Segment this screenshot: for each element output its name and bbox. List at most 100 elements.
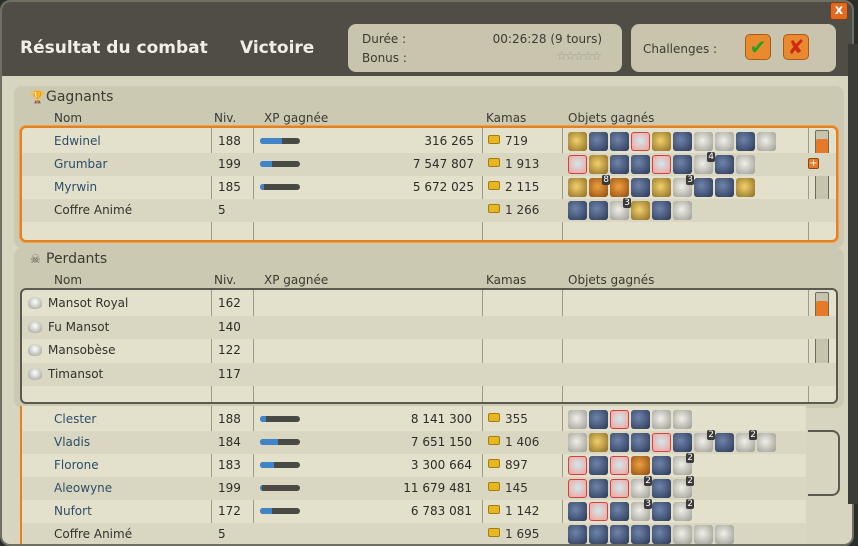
fighter-name[interactable]: Coffre Animé [54,203,132,217]
loot-item-icon[interactable] [736,178,755,197]
fighter-name[interactable]: Clester [54,412,96,426]
loot-item-icon[interactable] [631,155,650,174]
loot-item-icon[interactable] [715,433,734,452]
close-button[interactable]: x [830,2,848,20]
loot-item-icon[interactable]: 3 [610,198,631,220]
fighter-name[interactable]: Aleowyne [54,481,112,495]
challenge-failed-icon[interactable]: ✘ [783,34,809,60]
fighter-name[interactable]: Fu Mansot [28,320,109,334]
table-row[interactable]: Florone 183 3 300 664 897 2 [22,453,806,477]
loot-item-icon[interactable] [652,433,671,452]
loot-item-icon[interactable] [757,433,776,452]
loot-item-icon[interactable]: 3 [631,499,652,521]
fighter-name[interactable]: Timansot [28,367,103,381]
loot-item-icon[interactable] [673,410,692,429]
loot-item-icon[interactable] [610,525,629,544]
loot-item-icon[interactable] [652,525,671,544]
loot-item-icon[interactable]: 4 [694,152,715,174]
loot-item-icon[interactable] [589,479,608,498]
loot-item-icon[interactable] [652,132,671,151]
loot-item-icon[interactable] [631,456,650,475]
more-items-button[interactable]: + [808,158,819,169]
loot-item-icon[interactable] [610,410,629,429]
loot-item-icon[interactable] [631,433,650,452]
loot-item-icon[interactable] [568,201,587,220]
fighter-name[interactable]: Vladis [54,435,90,449]
loot-item-icon[interactable] [610,456,629,475]
loot-item-icon[interactable] [610,155,629,174]
loot-item-icon[interactable] [610,502,629,521]
loot-item-icon[interactable] [631,410,650,429]
table-row[interactable]: Edwinel 188 316 265 719 [22,130,836,153]
loot-item-icon[interactable] [715,178,734,197]
loot-item-icon[interactable] [652,502,671,521]
loot-item-icon[interactable] [652,456,671,475]
loot-item-icon[interactable]: 2 [673,476,694,498]
loot-item-icon[interactable]: 2 [631,476,652,498]
loot-item-icon[interactable] [736,132,755,151]
loot-item-icon[interactable] [589,132,608,151]
table-row[interactable]: Timansot 117 [22,362,836,386]
loot-item-icon[interactable] [715,155,734,174]
loot-item-icon[interactable] [694,178,713,197]
loot-item-icon[interactable]: 3 [673,175,694,197]
loot-item-icon[interactable] [652,410,671,429]
table-row[interactable]: Grumbar 199 7 547 807 1 913 4 + [22,152,836,176]
loot-item-icon[interactable] [631,178,650,197]
loot-item-icon[interactable] [589,525,608,544]
table-row[interactable]: Mansobèse 122 [22,339,836,362]
loot-item-icon[interactable]: 2 [673,453,694,475]
loot-item-icon[interactable] [694,132,713,151]
loot-item-icon[interactable] [694,525,713,544]
loot-item-icon[interactable] [568,178,587,197]
loot-item-icon[interactable]: 2 [673,499,694,521]
loot-item-icon[interactable] [652,155,671,174]
table-row[interactable]: Coffre Animé 5 1 695 [22,523,806,544]
loot-item-icon[interactable] [652,201,671,220]
loot-item-icon[interactable] [673,525,692,544]
table-row[interactable]: Nufort 172 6 783 081 1 142 3 2 [22,499,806,523]
loot-item-icon[interactable] [568,132,587,151]
loot-item-icon[interactable] [568,155,587,174]
table-row[interactable]: Vladis 184 7 651 150 1 406 2 2 [22,430,806,454]
fighter-name[interactable]: Coffre Animé [54,527,132,541]
fighter-name[interactable]: Myrwin [54,180,97,194]
loot-item-icon[interactable] [673,433,692,452]
fighter-name[interactable]: Mansot Royal [28,296,128,310]
loot-item-icon[interactable] [610,132,629,151]
loot-item-icon[interactable] [589,201,608,220]
loot-item-icon[interactable] [589,410,608,429]
loot-item-icon[interactable] [610,479,629,498]
fighter-name[interactable]: Edwinel [54,134,101,148]
loot-item-icon[interactable] [568,456,587,475]
fighter-name[interactable]: Grumbar [54,157,107,171]
fighter-name[interactable]: Mansobèse [28,343,116,357]
loot-item-icon[interactable] [652,479,671,498]
loot-item-icon[interactable] [673,132,692,151]
loot-item-icon[interactable] [736,155,755,174]
loot-item-icon[interactable] [568,479,587,498]
table-row[interactable]: Mansot Royal 162 [22,292,836,315]
fighter-name[interactable]: Florone [54,458,99,472]
table-row[interactable]: Myrwin 185 5 672 025 2 115 8 3 [22,175,836,199]
table-row[interactable]: Fu Mansot 140 [22,315,836,339]
loot-item-icon[interactable] [715,132,734,151]
loot-item-icon[interactable] [652,178,671,197]
loot-item-icon[interactable] [589,433,608,452]
loot-item-icon[interactable] [589,502,608,521]
table-row[interactable]: Coffre Animé 5 1 266 3 [22,198,836,222]
table-row[interactable]: Clester 188 8 141 300 355 [22,408,806,431]
loot-item-icon[interactable]: 2 [694,430,715,452]
loot-item-icon[interactable] [589,155,608,174]
loot-item-icon[interactable] [631,525,650,544]
loot-item-icon[interactable] [568,525,587,544]
loot-item-icon[interactable] [610,433,629,452]
loot-item-icon[interactable]: 2 [736,430,757,452]
loot-item-icon[interactable] [568,502,587,521]
fighter-name[interactable]: Nufort [54,504,92,518]
loot-item-icon[interactable] [631,132,650,151]
loot-item-icon[interactable] [757,132,776,151]
loot-item-icon[interactable] [673,201,692,220]
loot-item-icon[interactable] [631,201,650,220]
table-row[interactable]: Aleowyne 199 11 679 481 145 2 2 [22,476,806,500]
